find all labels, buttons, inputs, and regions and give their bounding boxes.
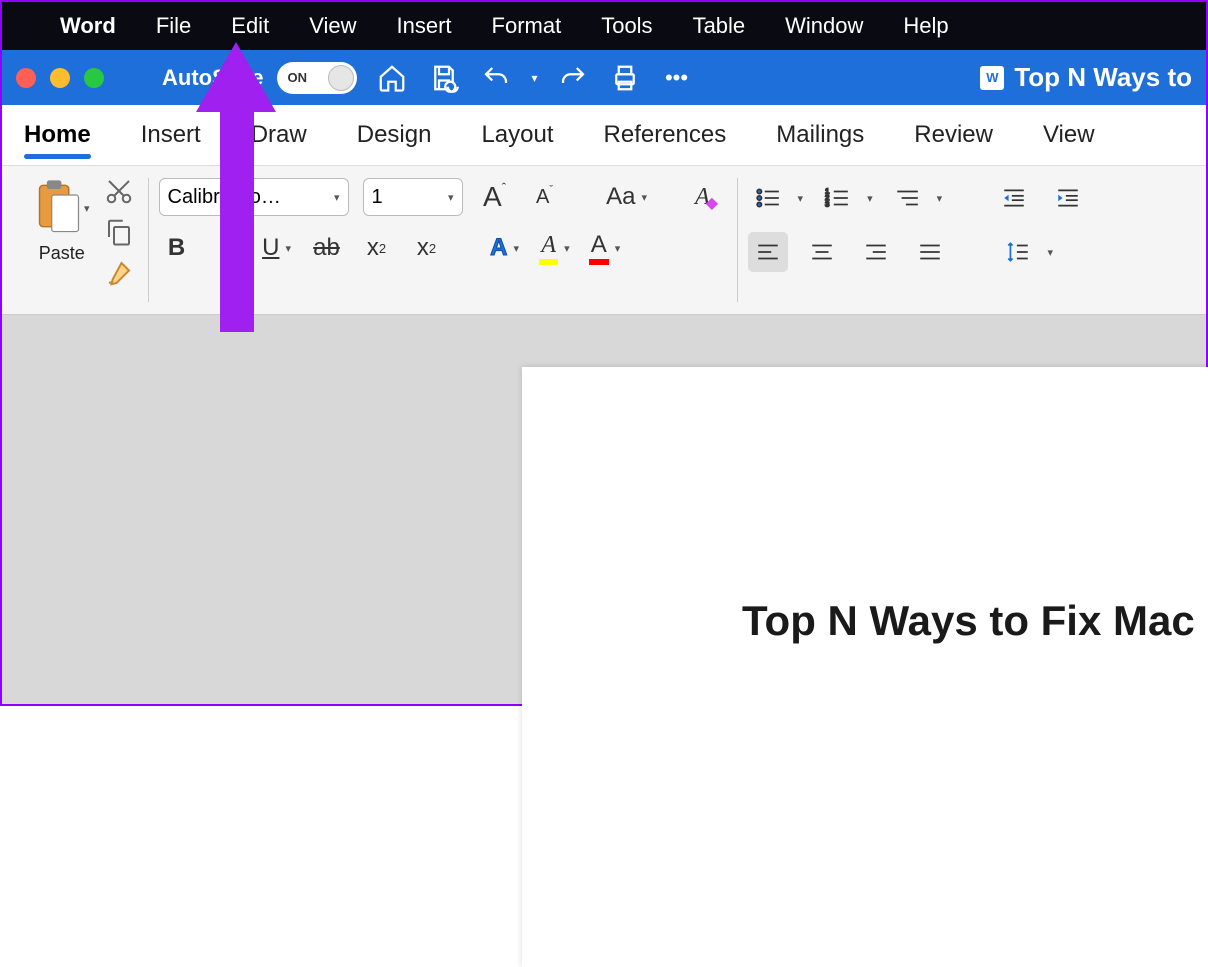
clear-formatting-button[interactable]: A◆: [691, 179, 727, 215]
numbering-dropdown[interactable]: ▾: [867, 192, 873, 205]
multilevel-dropdown[interactable]: ▾: [937, 192, 943, 205]
italic-button[interactable]: I: [209, 230, 245, 266]
bold-button[interactable]: B: [159, 230, 195, 266]
copy-icon[interactable]: [104, 217, 134, 252]
save-icon[interactable]: [427, 61, 461, 95]
tab-home[interactable]: Home: [24, 121, 91, 149]
tab-view[interactable]: View: [1043, 121, 1095, 149]
line-spacing-dropdown[interactable]: ▾: [1048, 246, 1054, 259]
document-canvas[interactable]: Top N Ways to Fix Mac: [2, 315, 1206, 704]
ribbon: ▾ Paste Calibri (Bo…▾ 1▾ Aˆ Aˇ Aa▾ A◆: [2, 165, 1206, 315]
document-title[interactable]: W Top N Ways to: [980, 62, 1192, 93]
cut-icon[interactable]: [104, 176, 134, 211]
document-heading[interactable]: Top N Ways to Fix Mac: [742, 597, 1208, 645]
font-family-select[interactable]: Calibri (Bo…▾: [159, 178, 349, 216]
toggle-knob: [328, 65, 354, 91]
print-icon[interactable]: [608, 61, 642, 95]
menu-table[interactable]: Table: [693, 13, 746, 39]
fullscreen-window-button[interactable]: [84, 68, 104, 88]
app-menu[interactable]: Word: [60, 13, 116, 39]
align-left-button[interactable]: [748, 232, 788, 272]
undo-icon[interactable]: [479, 61, 513, 95]
minimize-window-button[interactable]: [50, 68, 70, 88]
document-page[interactable]: Top N Ways to Fix Mac: [522, 367, 1208, 967]
redo-icon[interactable]: [556, 61, 590, 95]
menu-help[interactable]: Help: [903, 13, 948, 39]
paragraph-group: ▾ 123 ▾ ▾ ▾: [738, 172, 1099, 308]
multilevel-list-button[interactable]: [887, 178, 927, 218]
autosave-control: AutoSave ON: [162, 62, 357, 94]
font-color-button[interactable]: A▾: [587, 230, 623, 266]
menu-view[interactable]: View: [309, 13, 356, 39]
close-window-button[interactable]: [16, 68, 36, 88]
underline-button[interactable]: U▾: [259, 230, 295, 266]
highlight-button[interactable]: A▾: [537, 230, 573, 266]
shrink-font-button[interactable]: Aˇ: [527, 179, 563, 215]
menu-file[interactable]: File: [156, 13, 191, 39]
tab-draw[interactable]: Draw: [251, 121, 307, 149]
autosave-toggle[interactable]: ON: [277, 62, 357, 94]
tab-mailings[interactable]: Mailings: [776, 121, 864, 149]
menu-edit[interactable]: Edit: [231, 13, 269, 39]
menu-window[interactable]: Window: [785, 13, 863, 39]
subscript-button[interactable]: x2: [359, 230, 395, 266]
align-center-button[interactable]: [802, 232, 842, 272]
tab-references[interactable]: References: [604, 121, 727, 149]
bullets-button[interactable]: [748, 178, 788, 218]
strikethrough-button[interactable]: ab: [309, 230, 345, 266]
increase-indent-button[interactable]: [1048, 178, 1088, 218]
font-size-select[interactable]: 1▾: [363, 178, 463, 216]
home-icon[interactable]: [375, 61, 409, 95]
font-size-value: 1: [372, 186, 383, 209]
tab-review[interactable]: Review: [914, 121, 993, 149]
format-painter-icon[interactable]: [104, 258, 134, 293]
menu-insert[interactable]: Insert: [396, 13, 451, 39]
grow-font-button[interactable]: Aˆ: [477, 179, 513, 215]
autosave-label: AutoSave: [162, 65, 263, 91]
svg-text:3: 3: [825, 200, 829, 209]
line-spacing-button[interactable]: [998, 232, 1038, 272]
font-family-value: Calibri (Bo…: [168, 186, 281, 209]
bullets-dropdown[interactable]: ▾: [798, 192, 804, 205]
tab-layout[interactable]: Layout: [481, 121, 553, 149]
mac-menubar: Word File Edit View Insert Format Tools …: [2, 2, 1206, 50]
decrease-indent-button[interactable]: [994, 178, 1034, 218]
superscript-button[interactable]: x2: [409, 230, 445, 266]
paste-label: Paste: [39, 243, 85, 264]
document-title-text: Top N Ways to: [1014, 62, 1192, 93]
tab-design[interactable]: Design: [357, 121, 432, 149]
word-file-icon: W: [980, 66, 1004, 90]
window-controls: [16, 68, 104, 88]
menu-tools[interactable]: Tools: [601, 13, 652, 39]
text-effects-button[interactable]: A▾: [487, 230, 523, 266]
undo-dropdown[interactable]: ▾: [531, 71, 537, 85]
justify-button[interactable]: [910, 232, 950, 272]
clipboard-group: ▾ Paste: [12, 172, 148, 308]
titlebar: AutoSave ON ▾ ••• W Top N Ways to: [2, 50, 1206, 105]
paste-icon[interactable]: [34, 178, 84, 239]
menu-format[interactable]: Format: [492, 13, 562, 39]
tab-insert[interactable]: Insert: [141, 121, 201, 149]
numbering-button[interactable]: 123: [817, 178, 857, 218]
more-icon[interactable]: •••: [660, 61, 694, 95]
font-group: Calibri (Bo…▾ 1▾ Aˆ Aˇ Aa▾ A◆ B I U▾ ab …: [149, 172, 737, 308]
align-right-button[interactable]: [856, 232, 896, 272]
ribbon-tabs: Home Insert Draw Design Layout Reference…: [2, 105, 1206, 165]
paste-dropdown[interactable]: ▾: [84, 202, 90, 215]
autosave-state: ON: [287, 70, 307, 85]
change-case-button[interactable]: Aa▾: [609, 179, 645, 215]
